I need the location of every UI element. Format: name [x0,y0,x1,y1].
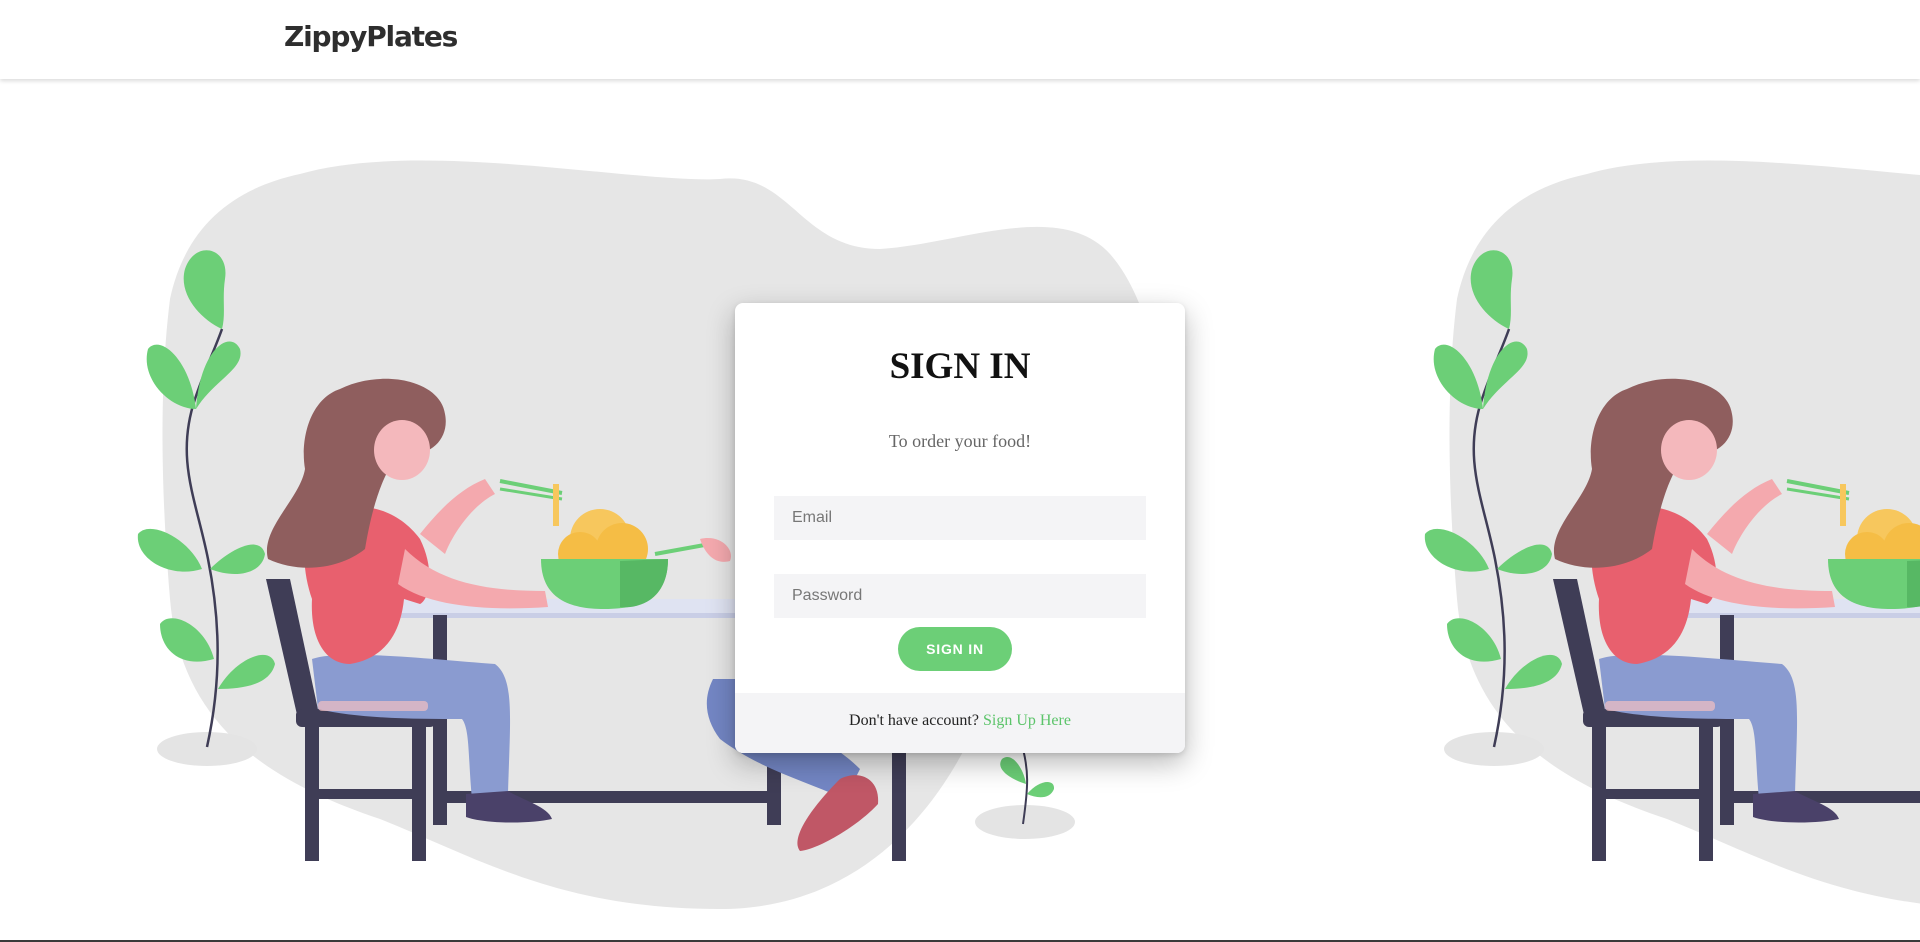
signin-card: SIGN IN To order your food! SIGN IN Don'… [735,303,1185,753]
signin-button[interactable]: SIGN IN [898,627,1012,671]
top-navbar: ZippyPlates [0,0,1920,79]
signin-subtitle: To order your food! [888,431,1032,451]
password-field[interactable] [774,574,1146,618]
signup-link[interactable]: Sign Up Here [983,712,1071,729]
signin-title: SIGN IN [889,346,1031,387]
signup-prompt: Don't have account? Sign Up Here [735,693,1185,753]
email-field[interactable] [774,496,1146,540]
signup-prompt-text: Don't have account? [849,712,979,729]
brand-logo[interactable]: ZippyPlates [284,20,458,53]
